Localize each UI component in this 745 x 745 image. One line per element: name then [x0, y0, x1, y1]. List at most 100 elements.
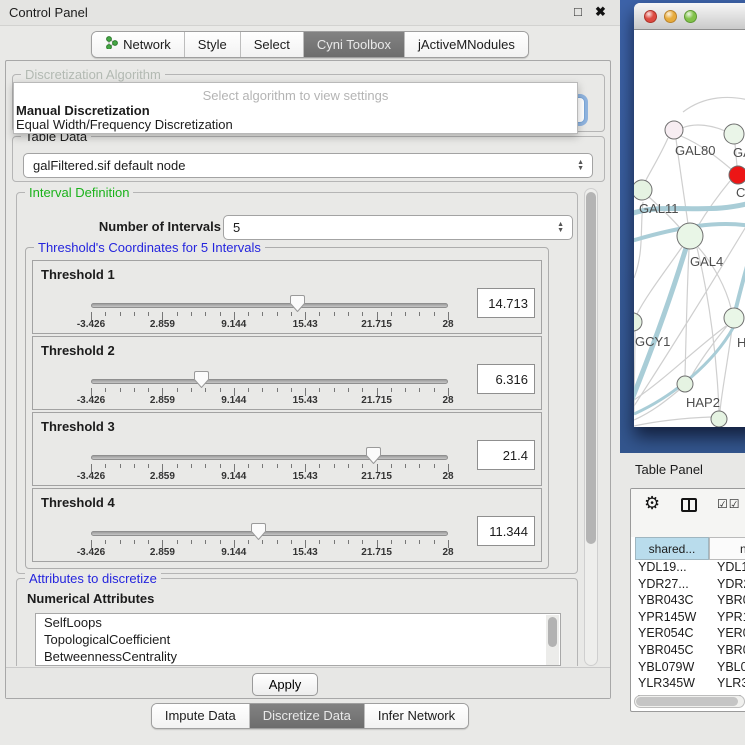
network-edge-thick[interactable]	[736, 233, 745, 308]
columns-icon[interactable]	[681, 498, 697, 512]
cell-shared-name: YDR27...	[638, 577, 689, 591]
threshold-value-field[interactable]: 6.316	[477, 364, 535, 394]
attribute-list-item[interactable]: TopologicalCoefficient	[36, 631, 560, 648]
network-node-gal80[interactable]	[665, 121, 683, 139]
table-row[interactable]: YBR045CYBR0	[635, 643, 745, 660]
panel-scrollbar[interactable]	[584, 188, 598, 666]
table-hscrollbar[interactable]	[634, 695, 745, 708]
network-edge[interactable]	[645, 138, 668, 182]
close-traffic-light[interactable]	[644, 10, 657, 23]
table-row[interactable]: YBL079WYBL0	[635, 660, 745, 677]
slider-tick	[319, 312, 320, 316]
network-edge[interactable]	[691, 326, 727, 377]
slider-tick	[120, 540, 121, 544]
network-node-gcy1[interactable]	[634, 313, 642, 331]
network-node-unlabeled[interactable]	[711, 411, 727, 427]
network-edge[interactable]	[682, 125, 725, 131]
slider-tick-label: 21.715	[361, 471, 392, 482]
slider-tick-label: 15.43	[293, 395, 318, 406]
cell-name: YBR0	[717, 643, 745, 657]
table-row[interactable]: YPR145WYPR1	[635, 610, 745, 627]
thresholds-group-title: Threshold's Coordinates for 5 Intervals	[34, 240, 265, 255]
gear-icon[interactable]: ⚙	[644, 493, 660, 514]
network-node-gal11[interactable]	[634, 180, 652, 200]
number-of-intervals-select[interactable]: 5 ▲▼	[223, 215, 573, 240]
slider-tick-label: 9.144	[221, 395, 246, 406]
slider-tick	[319, 540, 320, 544]
threshold-value-field[interactable]: 11.344	[477, 516, 535, 546]
number-of-intervals-label: Number of Intervals	[57, 219, 221, 234]
table-data-select[interactable]: galFiltered.sif default node ▲▼	[23, 153, 593, 178]
combo-stepper-icon: ▲▼	[557, 222, 564, 234]
network-node-h[interactable]	[724, 308, 744, 328]
slider-thumb[interactable]	[193, 370, 210, 389]
slider-track[interactable]	[91, 455, 448, 460]
slider-track[interactable]	[91, 531, 448, 536]
column-header-name[interactable]: n	[709, 537, 745, 560]
network-edge[interactable]	[698, 181, 730, 226]
slider-tick	[177, 464, 178, 468]
slider-tick	[220, 312, 221, 316]
network-canvas[interactable]: GAL80GACGAL11GAL4GCY1HHAP2	[634, 30, 745, 427]
float-window-icon[interactable]: □	[574, 4, 582, 19]
tab-label: Style	[198, 37, 227, 52]
tab-impute-data[interactable]: Impute Data	[152, 704, 250, 728]
slider-thumb[interactable]	[250, 522, 267, 541]
slider-tick	[334, 464, 335, 468]
attributes-scrollbar[interactable]	[546, 615, 559, 666]
tab-jactivemnodules[interactable]: jActiveMNodules	[405, 32, 528, 57]
node-label: C	[736, 185, 745, 200]
slider-tick	[134, 464, 135, 468]
slider-tick	[362, 464, 363, 468]
attribute-list-item[interactable]: SelfLoops	[36, 614, 560, 631]
network-node-c[interactable]	[729, 166, 745, 184]
minimize-traffic-light[interactable]	[664, 10, 677, 23]
tab-cyni-toolbox[interactable]: Cyni Toolbox	[304, 32, 405, 57]
table-header: shared... n	[631, 537, 745, 560]
tab-infer-network[interactable]: Infer Network	[365, 704, 468, 728]
table-row[interactable]: YBR043CYBR0	[635, 593, 745, 610]
apply-button[interactable]: Apply	[252, 673, 318, 696]
network-edge[interactable]	[634, 417, 711, 426]
cell-name: YER0	[717, 626, 745, 640]
slider-track[interactable]	[91, 379, 448, 384]
slider-tick	[391, 388, 392, 392]
tab-discretize-data[interactable]: Discretize Data	[250, 704, 365, 728]
slider-thumb[interactable]	[289, 294, 306, 313]
table-row[interactable]: YER054CYER0	[635, 626, 745, 643]
slider-tick	[348, 464, 349, 468]
slider-tick-label: 9.144	[221, 471, 246, 482]
slider-tick	[248, 464, 249, 468]
slider-tick	[191, 540, 192, 544]
slider-thumb[interactable]	[365, 446, 382, 465]
table-row[interactable]: YLR345WYLR3	[635, 676, 745, 693]
slider-tick	[291, 540, 292, 544]
network-view-window: GAL80GACGAL11GAL4GCY1HHAP2	[634, 3, 745, 427]
dropdown-option[interactable]: Equal Width/Frequency Discretization	[16, 117, 233, 132]
slider-track[interactable]	[91, 303, 448, 308]
checkbox-icons[interactable]: ☑☑	[717, 497, 741, 511]
table-row[interactable]: YDR27...YDR2	[635, 577, 745, 594]
algorithm-dropdown-popup: Select algorithm to view settings Manual…	[13, 82, 578, 134]
network-node-gal4[interactable]	[677, 223, 703, 249]
network-edge[interactable]	[634, 390, 679, 420]
slider-tick	[220, 464, 221, 468]
network-node-ga[interactable]	[724, 124, 744, 144]
tab-style[interactable]: Style	[185, 32, 241, 57]
numerical-attributes-list[interactable]: SelfLoopsTopologicalCoefficientBetweenne…	[35, 613, 561, 666]
network-node-hap2[interactable]	[677, 376, 693, 392]
close-icon[interactable]: ✖	[595, 4, 606, 20]
tab-label: Impute Data	[165, 708, 236, 723]
dropdown-option[interactable]: Manual Discretization	[16, 103, 150, 118]
column-header-shared[interactable]: shared...	[635, 537, 709, 560]
network-edge[interactable]	[683, 97, 745, 112]
tab-select[interactable]: Select	[241, 32, 304, 57]
table-row[interactable]: YDL19...YDL1	[635, 560, 745, 577]
number-of-intervals-value: 5	[233, 220, 240, 235]
tab-network[interactable]: Network	[92, 32, 185, 57]
node-label: H	[737, 335, 745, 350]
threshold-value-field[interactable]: 14.713	[477, 288, 535, 318]
threshold-value-field[interactable]: 21.4	[477, 440, 535, 470]
attribute-list-item[interactable]: BetweennessCentrality	[36, 648, 560, 665]
zoom-traffic-light[interactable]	[684, 10, 697, 23]
